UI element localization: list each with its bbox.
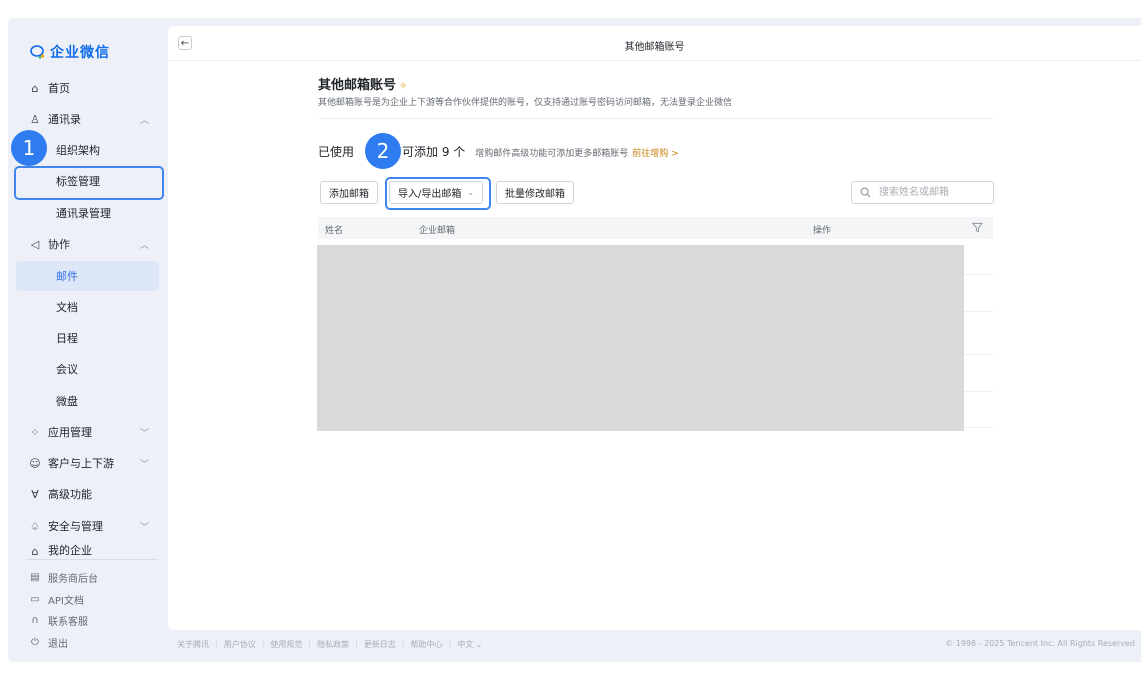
footer-language-select[interactable]: 中文 ⌄ xyxy=(457,639,482,650)
nav-logout[interactable]: ⏻ 退出 xyxy=(16,632,159,652)
nav-apps[interactable]: ⁘ 应用管理 ﹀ xyxy=(16,417,159,447)
page-title-text: 其他邮箱账号 xyxy=(318,78,397,93)
nav-service-backend-label: 服务商后台 xyxy=(48,573,98,585)
customer-icon: ☺ xyxy=(29,456,41,470)
column-name: 姓名 xyxy=(325,226,344,236)
nav-org-structure-label: 组织架构 xyxy=(56,144,100,157)
table-header: 姓名 企业邮箱 操作 xyxy=(318,217,993,239)
nav-advanced-label: 高级功能 xyxy=(48,488,92,501)
nav-support[interactable]: ∩ 联系客服 xyxy=(16,610,159,630)
nav-docs-label: 文档 xyxy=(56,301,78,314)
chevron-down-icon: ﹀ xyxy=(139,522,149,533)
nav-my-company[interactable]: ⌂ 我的企业 xyxy=(16,542,159,558)
sidebar: 企业微信 ⌂ 首页 ♙ 通讯录 ︿ 组织架构 标签管理 通讯录管理 ◁ 协作 ︿… xyxy=(8,18,168,662)
nav-apps-label: 应用管理 xyxy=(48,426,92,439)
company-icon: ⌂ xyxy=(31,545,39,558)
highlight-tag-management xyxy=(14,166,164,200)
logo-text: 企业微信 xyxy=(50,45,110,61)
page-description: 其他邮箱账号是为企业上下游等合作伙伴提供的账号，仅支持通过账号密码访问邮箱，无法… xyxy=(318,98,733,108)
advanced-icon: ∀ xyxy=(31,487,39,501)
add-mailbox-button[interactable]: 添加邮箱 xyxy=(320,181,378,204)
api-icon: ▭ xyxy=(30,593,40,605)
usage-rest: 可添加 9 个 xyxy=(402,145,466,159)
nav-contacts-management[interactable]: 通讯录管理 xyxy=(16,198,159,228)
footer-link-help[interactable]: 帮助中心 xyxy=(411,639,443,650)
nav-docs[interactable]: 文档 xyxy=(16,292,159,322)
chevron-down-icon: ﹀ xyxy=(139,428,149,439)
search-box[interactable] xyxy=(851,181,994,204)
nav-home-label: 首页 xyxy=(48,82,70,95)
search-icon xyxy=(860,187,871,198)
footer-link-privacy[interactable]: 隐私政策 xyxy=(317,639,349,650)
nav-mail[interactable]: 邮件 xyxy=(16,261,159,291)
nav-my-company-label: 我的企业 xyxy=(48,544,92,557)
chevron-down-icon: ﹀ xyxy=(139,459,149,470)
nav-drive[interactable]: 微盘 xyxy=(16,386,159,416)
nav-contacts-management-label: 通讯录管理 xyxy=(56,207,111,220)
nav-meeting-label: 会议 xyxy=(56,363,78,376)
topbar-title: 其他邮箱账号 xyxy=(624,42,685,53)
nav-contacts-label: 通讯录 xyxy=(48,113,81,126)
sparkle-icon: ✧ xyxy=(399,81,408,92)
contacts-icon: ♙ xyxy=(30,112,40,126)
nav-meeting[interactable]: 会议 xyxy=(16,354,159,384)
copyright: © 1998 - 2025 Tencent Inc. All Rights Re… xyxy=(945,639,1135,648)
nav-collab[interactable]: ◁ 协作 ︿ xyxy=(16,229,159,259)
nav-security[interactable]: ♤ 安全与管理 ﹀ xyxy=(16,511,159,541)
nav-customers-label: 客户与上下游 xyxy=(48,457,114,470)
service-icon: ▤ xyxy=(30,571,40,583)
wecom-logo-icon xyxy=(30,45,45,59)
nav-service-backend[interactable]: ▤ 服务商后台 xyxy=(16,567,159,587)
nav-customers[interactable]: ☺ 客户与上下游 ﹀ xyxy=(16,448,159,478)
security-icon: ♤ xyxy=(30,519,40,533)
home-icon: ⌂ xyxy=(31,81,39,95)
collab-icon: ◁ xyxy=(30,237,40,251)
usage-prefix: 已使用 xyxy=(318,145,355,159)
upgrade-link[interactable]: 前往增购 > xyxy=(632,146,678,159)
apps-icon: ⁘ xyxy=(30,425,40,439)
nav-calendar[interactable]: 日程 xyxy=(16,323,159,353)
nav-support-label: 联系客服 xyxy=(48,616,88,628)
logo[interactable]: 企业微信 xyxy=(30,42,110,62)
redacted-table-content xyxy=(317,245,964,431)
filter-icon[interactable] xyxy=(972,222,983,233)
nav-mail-label: 邮件 xyxy=(56,270,78,283)
header-divider xyxy=(318,118,993,119)
nav-security-label: 安全与管理 xyxy=(48,520,103,533)
main-panel: ← 其他邮箱账号 其他邮箱账号 ✧ 其他邮箱账号是为企业上下游等合作伙伴提供的账号… xyxy=(168,26,1141,630)
add-mailbox-label: 添加邮箱 xyxy=(329,189,369,200)
step-badge-2: 2 xyxy=(365,133,401,169)
column-actions: 操作 xyxy=(813,226,832,236)
support-icon: ∩ xyxy=(31,614,39,626)
nav-collab-label: 协作 xyxy=(48,238,70,251)
batch-edit-button[interactable]: 批量修改邮箱 xyxy=(496,181,574,204)
footer-link-terms[interactable]: 用户协议 xyxy=(224,639,256,650)
footer-link-about[interactable]: 关于腾讯 xyxy=(177,639,209,650)
chevron-up-icon: ︿ xyxy=(139,115,149,126)
batch-edit-label: 批量修改邮箱 xyxy=(505,189,565,200)
page-title: 其他邮箱账号 ✧ xyxy=(318,74,407,93)
footer-links: 关于腾讯 | 用户协议 | 使用规范 | 隐私政策 | 更新日志 | 帮助中心 | 中文 ⌄ xyxy=(177,639,483,650)
nav-home[interactable]: ⌂ 首页 xyxy=(16,73,159,103)
topbar-divider xyxy=(168,60,1141,61)
power-icon: ⏻ xyxy=(31,636,39,648)
nav-logout-label: 退出 xyxy=(48,638,68,650)
nav-calendar-label: 日程 xyxy=(56,332,78,345)
column-email: 企业邮箱 xyxy=(419,226,456,236)
nav-api-docs-label: API文档 xyxy=(48,595,84,607)
usage-hint: 增购邮件高级功能可添加更多邮箱账号 xyxy=(475,149,629,159)
search-input[interactable] xyxy=(877,186,991,199)
nav-advanced[interactable]: ∀ 高级功能 xyxy=(16,479,159,509)
sidebar-divider xyxy=(26,559,158,560)
footer-link-changelog[interactable]: 更新日志 xyxy=(364,639,396,650)
nav-drive-label: 微盘 xyxy=(56,395,78,408)
footer-link-usage[interactable]: 使用规范 xyxy=(270,639,302,650)
nav-contacts[interactable]: ♙ 通讯录 ︿ xyxy=(16,104,159,134)
nav-api-docs[interactable]: ▭ API文档 xyxy=(16,589,159,609)
step-badge-1: 1 xyxy=(11,130,47,166)
chevron-up-icon: ︿ xyxy=(139,240,149,251)
highlight-import-export xyxy=(385,177,491,210)
